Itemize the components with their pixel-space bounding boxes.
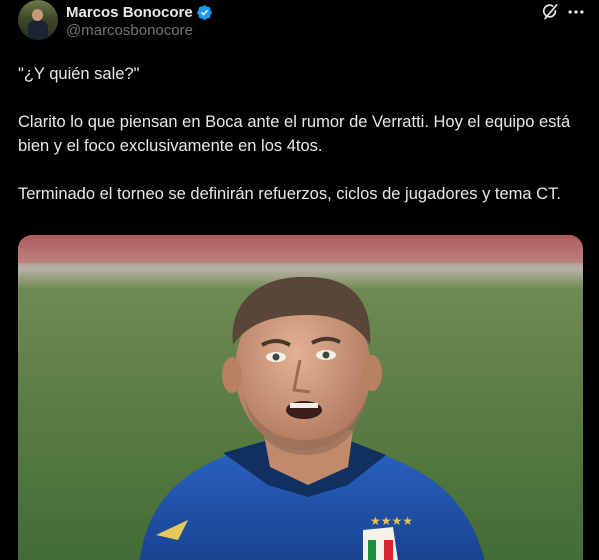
- verified-badge-icon: [196, 4, 212, 20]
- tweet-text: "¿Y quién sale?" Clarito lo que piensan …: [18, 62, 588, 230]
- name-row: Marcos Bonocore: [66, 2, 213, 22]
- grok-icon[interactable]: [540, 2, 560, 22]
- avatar-figure-head: [32, 9, 43, 21]
- tweet-media-photo[interactable]: ★★★★: [18, 235, 583, 560]
- tweet-paragraph: "¿Y quién sale?": [18, 65, 140, 83]
- svg-text:★★★★: ★★★★: [370, 514, 413, 528]
- tweet-paragraph: Clarito lo que piensan en Boca ante el r…: [18, 113, 571, 155]
- author-display-name[interactable]: Marcos Bonocore: [66, 4, 193, 21]
- tweet-header: Marcos Bonocore @marcosbonocore: [18, 0, 588, 44]
- tweet-paragraph: Terminado el torneo se definirán refuerz…: [18, 185, 561, 203]
- player-photo-icon: ★★★★: [18, 235, 583, 560]
- more-icon[interactable]: [566, 2, 586, 22]
- avatar[interactable]: [18, 0, 58, 40]
- avatar-figure-body: [28, 20, 48, 40]
- author-handle[interactable]: @marcosbonocore: [66, 22, 193, 39]
